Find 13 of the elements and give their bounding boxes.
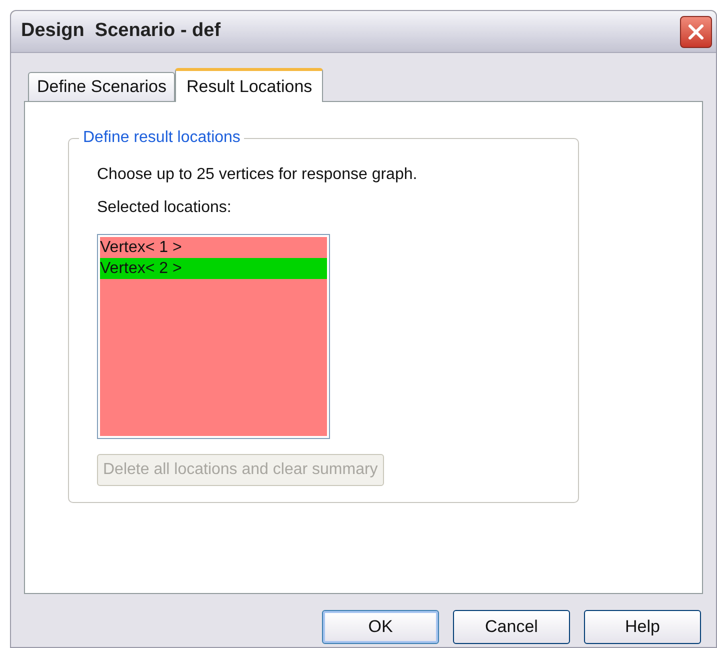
window-title: Design Scenario - def bbox=[21, 19, 221, 44]
dialog-button[interactable]: OK bbox=[322, 610, 439, 644]
dialog-button[interactable]: Cancel bbox=[453, 610, 570, 644]
close-icon bbox=[687, 22, 705, 40]
list-item[interactable]: Vertex< 1 > bbox=[100, 237, 327, 258]
tab[interactable]: Result Locations bbox=[175, 68, 324, 102]
tab[interactable]: Define Scenarios bbox=[28, 72, 176, 101]
instruction-text: Choose up to 25 vertices for response graph. bbox=[97, 165, 418, 185]
list-label: Selected locations: bbox=[97, 198, 232, 218]
close-button[interactable] bbox=[680, 16, 712, 48]
list-item[interactable]: Vertex< 2 > bbox=[100, 258, 327, 279]
dialog-button[interactable]: Help bbox=[584, 610, 701, 644]
locations-list[interactable]: Vertex< 1 > Vertex< 2 > bbox=[97, 234, 330, 439]
